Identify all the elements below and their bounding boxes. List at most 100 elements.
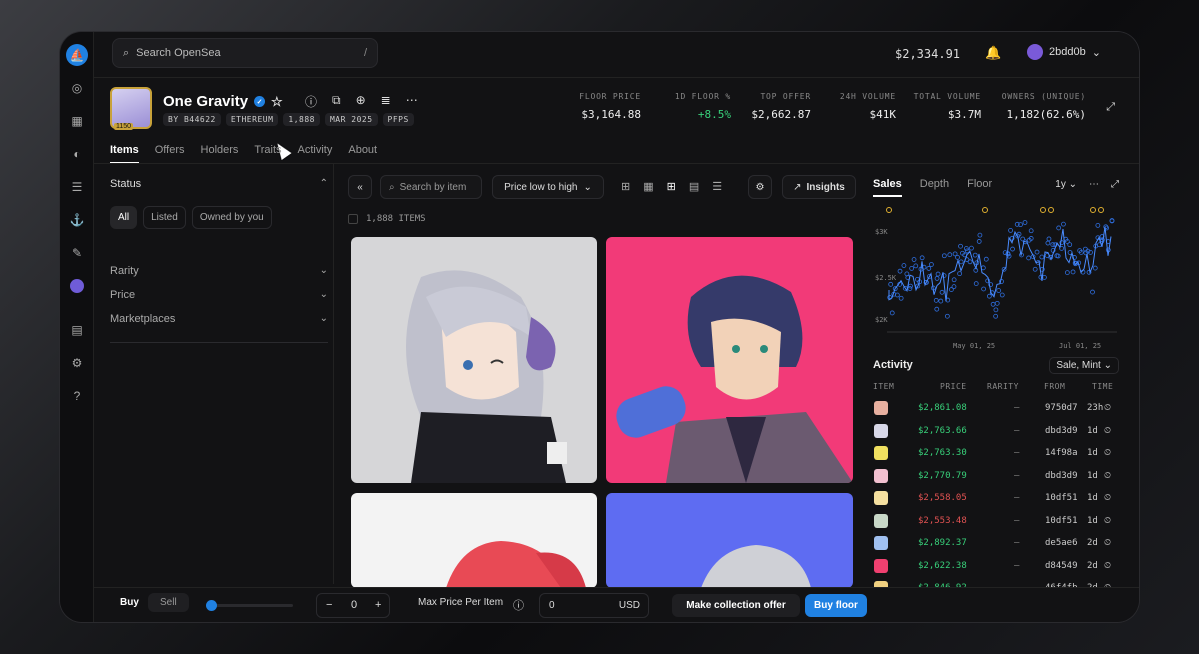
expand-icon[interactable]: ⤢ bbox=[1111, 179, 1119, 190]
sale-point bbox=[993, 307, 999, 313]
bell-icon[interactable]: 🔔 bbox=[985, 45, 1001, 61]
creator-chip[interactable]: BY B44622 bbox=[163, 113, 221, 126]
sale-time: 23h bbox=[1087, 403, 1104, 413]
token-icon[interactable]: ◐ bbox=[66, 143, 88, 165]
table-view-icon[interactable]: ☰ bbox=[712, 180, 722, 193]
search-shortcut: / bbox=[363, 47, 367, 59]
activity-row[interactable]: $2,553.48 – 10df51 1d ⏲ bbox=[873, 511, 1119, 531]
grid-small-icon[interactable]: ⊞ bbox=[621, 180, 630, 193]
expand-icon[interactable]: ⤢ bbox=[1106, 101, 1115, 114]
activity-row[interactable]: $2,763.66 – dbd3d9 1d ⏲ bbox=[873, 421, 1119, 441]
chart-tab-depth[interactable]: Depth bbox=[920, 178, 949, 197]
sale-point bbox=[941, 253, 947, 259]
sweep-slider[interactable] bbox=[206, 600, 293, 611]
activity-row[interactable]: $2,763.30 – 14f98a 1d ⏲ bbox=[873, 443, 1119, 463]
status-filter-header[interactable]: Status ⌃ bbox=[110, 178, 328, 190]
chart-tab-sales[interactable]: Sales bbox=[873, 178, 902, 197]
max-price-input[interactable]: 0 USD bbox=[539, 593, 649, 618]
star-icon[interactable]: ☆ bbox=[271, 94, 283, 110]
grid-medium-icon[interactable]: ▦ bbox=[643, 180, 653, 193]
buy-floor-button[interactable]: Buy floor bbox=[805, 594, 867, 617]
activity-filter-dropdown[interactable]: Sale, Mint ⌄ bbox=[1049, 357, 1119, 374]
globe-icon[interactable]: ⊕ bbox=[356, 93, 366, 110]
help-icon[interactable]: ? bbox=[66, 385, 88, 407]
chart-tab-floor[interactable]: Floor bbox=[967, 178, 992, 197]
document-icon[interactable]: ▤ bbox=[66, 319, 88, 341]
range-dropdown[interactable]: 1y ⌄ bbox=[1055, 179, 1077, 190]
profile-avatar-icon[interactable] bbox=[66, 275, 88, 297]
collection-image: 1150 bbox=[110, 87, 152, 130]
copy-icon[interactable]: ⧉ bbox=[332, 93, 341, 110]
tab-traits[interactable]: Traits bbox=[254, 144, 281, 164]
nft-card[interactable] bbox=[606, 493, 853, 588]
activity-row[interactable]: $2,892.37 – de5ae6 2d ⏲ bbox=[873, 533, 1119, 553]
minus-icon[interactable]: − bbox=[326, 599, 332, 611]
account-menu[interactable]: 2bdd0b ⌄ bbox=[1027, 44, 1101, 60]
status-owned[interactable]: Owned by you bbox=[191, 206, 272, 229]
make-collection-offer-button[interactable]: Make collection offer bbox=[672, 594, 800, 617]
grid-icon[interactable]: ▦ bbox=[66, 110, 88, 132]
opensea-logo-icon[interactable]: ⛵ bbox=[66, 44, 88, 66]
search-input[interactable]: ⌕ Search OpenSea / bbox=[112, 38, 378, 68]
sale-point bbox=[1010, 246, 1015, 252]
status-all[interactable]: All bbox=[110, 206, 138, 229]
sell-toggle[interactable]: Sell bbox=[148, 593, 189, 612]
layers-icon[interactable]: ≣ bbox=[381, 93, 391, 110]
sale-point bbox=[947, 252, 953, 258]
sale-price: $2,558.05 bbox=[918, 493, 967, 503]
list-icon[interactable]: ☰ bbox=[66, 176, 88, 198]
sale-point bbox=[973, 281, 979, 287]
anchor-icon[interactable]: ⚓ bbox=[66, 209, 88, 231]
buy-toggle[interactable]: Buy bbox=[120, 597, 139, 608]
tab-holders[interactable]: Holders bbox=[201, 144, 239, 164]
stat-label: OWNERS (UNIQUE) bbox=[1001, 92, 1086, 101]
insights-button[interactable]: ↗ Insights bbox=[782, 175, 856, 199]
list-view-icon[interactable]: ▤ bbox=[689, 180, 699, 193]
nft-card[interactable] bbox=[351, 237, 597, 483]
nft-card[interactable] bbox=[351, 493, 597, 588]
pen-icon[interactable]: ✎ bbox=[66, 242, 88, 264]
quantity-stepper[interactable]: − 0 + bbox=[316, 593, 390, 618]
sale-point bbox=[926, 266, 932, 271]
stat-top-offer: TOP OFFER $2,662.87 bbox=[731, 92, 811, 121]
activity-row[interactable]: $2,622.38 – d84549 2d ⏲ bbox=[873, 556, 1119, 576]
sale-point bbox=[951, 284, 957, 290]
nft-card[interactable] bbox=[606, 237, 853, 483]
gear-icon[interactable]: ⚙ bbox=[748, 175, 772, 199]
collection-name: One Gravity bbox=[163, 93, 249, 110]
item-search-input[interactable]: ⌕ Search by item bbox=[380, 175, 482, 199]
collapse-sidebar-button[interactable]: « bbox=[348, 175, 372, 199]
clock-icon: ⏲ bbox=[1104, 493, 1112, 503]
activity-row[interactable]: $2,558.05 – 10df51 1d ⏲ bbox=[873, 488, 1119, 508]
grid-large-icon[interactable]: ⊞ bbox=[667, 180, 676, 193]
info-icon[interactable]: ⓘ bbox=[513, 597, 524, 613]
rarity: – bbox=[1014, 538, 1020, 548]
select-all-checkbox[interactable] bbox=[348, 214, 358, 224]
y-axis-label: $3K bbox=[875, 228, 888, 236]
sale-point bbox=[981, 286, 987, 292]
more-icon[interactable]: ⋯ bbox=[1089, 179, 1099, 190]
slider-handle[interactable] bbox=[206, 600, 217, 611]
sale-point bbox=[935, 271, 941, 277]
tab-offers[interactable]: Offers bbox=[155, 144, 185, 164]
marketplaces-filter[interactable]: Marketplaces ⌄ bbox=[110, 313, 328, 325]
tab-about[interactable]: About bbox=[348, 144, 377, 164]
tab-items[interactable]: Items bbox=[110, 144, 139, 164]
plus-icon[interactable]: + bbox=[375, 599, 381, 611]
rarity-filter[interactable]: Rarity ⌄ bbox=[110, 265, 328, 277]
stat-total-volume: TOTAL VOLUME $3.7M bbox=[896, 92, 981, 121]
tab-activity[interactable]: Activity bbox=[298, 144, 333, 164]
category-chip[interactable]: PFPS bbox=[382, 113, 414, 126]
price-filter[interactable]: Price ⌄ bbox=[110, 289, 328, 301]
sale-point bbox=[1095, 223, 1101, 228]
gear-icon[interactable]: ⚙ bbox=[66, 352, 88, 374]
activity-row[interactable]: $2,770.79 – dbd3d9 1d ⏲ bbox=[873, 466, 1119, 486]
compass-icon[interactable]: ◎ bbox=[66, 77, 88, 99]
info-icon[interactable]: ⓘ bbox=[305, 93, 317, 110]
more-icon[interactable]: ⋯ bbox=[406, 93, 418, 110]
activity-row[interactable]: $2,861.08 – 9750d7 23h ⏲ bbox=[873, 398, 1119, 418]
sort-dropdown[interactable]: Price low to high ⌄ bbox=[492, 175, 604, 199]
status-listed[interactable]: Listed bbox=[143, 206, 186, 229]
wallet-balance[interactable]: $2,334.91 bbox=[895, 47, 960, 61]
sale-point bbox=[967, 259, 973, 265]
